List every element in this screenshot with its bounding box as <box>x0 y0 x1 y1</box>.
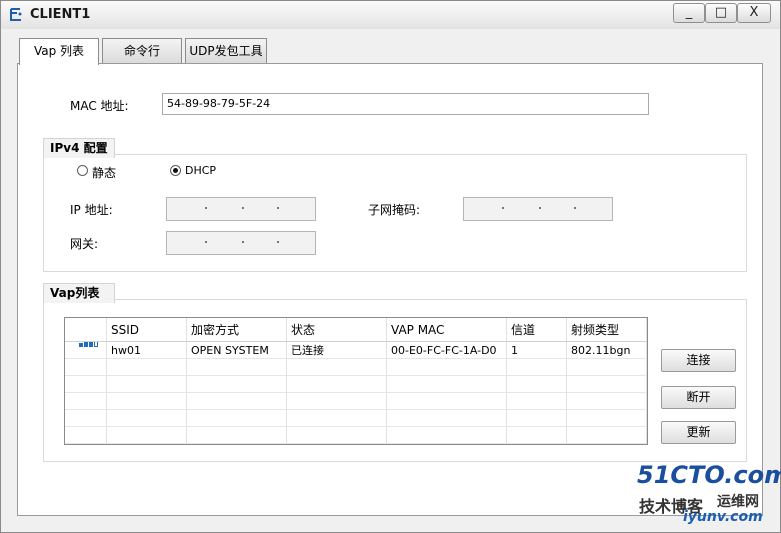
column-header[interactable]: 加密方式 <box>187 318 287 341</box>
ssid-cell: hw01 <box>107 342 187 358</box>
mac-address-field[interactable]: 54-89-98-79-5F-24 <box>162 93 649 115</box>
refresh-button[interactable]: 更新 <box>661 421 736 444</box>
table-row[interactable]: hw01 OPEN SYSTEM 已连接 00-E0-FC-FC-1A-D0 1… <box>65 342 647 359</box>
ipv4-group-title: IPv4 配置 <box>43 138 115 158</box>
site-watermark: 51CTO.com 技术博客 运维网 iyunv.com <box>637 461 781 529</box>
watermark-line3: 运维网 <box>717 494 759 510</box>
tab-udp-tool[interactable]: UDP发包工具 <box>185 38 267 64</box>
client-window: CLIENT1 _ □ X Vap 列表 命令行 UDP发包工具 MAC 地址:… <box>0 0 781 533</box>
column-header[interactable]: VAP MAC <box>387 318 507 341</box>
static-radio[interactable] <box>77 165 88 176</box>
gateway-label: 网关: <box>70 237 99 251</box>
title-bar[interactable]: CLIENT1 _ □ X <box>1 1 780 29</box>
table-header: SSID 加密方式 状态 VAP MAC 信道 射频类型 <box>65 318 647 342</box>
vap-mac-cell: 00-E0-FC-FC-1A-D0 <box>387 342 507 358</box>
status-cell: 已连接 <box>287 342 387 358</box>
vap-table[interactable]: SSID 加密方式 状态 VAP MAC 信道 射频类型 hw01 OPEN S… <box>64 317 648 445</box>
tab-vap-list[interactable]: Vap 列表 <box>19 38 99 65</box>
table-row <box>65 376 647 393</box>
channel-cell: 1 <box>507 342 567 358</box>
dhcp-label: DHCP <box>185 164 217 177</box>
connect-button[interactable]: 连接 <box>661 349 736 372</box>
subnet-mask-label: 子网掩码: <box>368 203 421 217</box>
static-label: 静态 <box>92 166 117 180</box>
table-row <box>65 427 647 444</box>
ip-address-field[interactable] <box>166 197 316 221</box>
maximize-button[interactable]: □ <box>705 3 737 23</box>
window-title: CLIENT1 <box>30 7 91 22</box>
mac-label: MAC 地址: <box>70 99 129 113</box>
dhcp-radio[interactable] <box>170 165 181 176</box>
encryption-cell: OPEN SYSTEM <box>187 342 287 358</box>
icon-column-header <box>65 318 107 341</box>
watermark-line4: iyunv.com <box>683 509 763 525</box>
disconnect-button[interactable]: 断开 <box>661 386 736 409</box>
watermark-line1: 51CTO.com <box>637 461 781 489</box>
subnet-mask-field[interactable] <box>463 197 613 221</box>
ip-label: IP 地址: <box>70 203 113 217</box>
column-header[interactable]: 状态 <box>287 318 387 341</box>
column-header[interactable]: 射频类型 <box>567 318 647 341</box>
minimize-button[interactable]: _ <box>673 3 705 23</box>
tab-command-line[interactable]: 命令行 <box>102 38 182 64</box>
close-button[interactable]: X <box>737 3 771 23</box>
network-client-icon <box>10 8 22 21</box>
gateway-field[interactable] <box>166 231 316 255</box>
column-header[interactable]: 信道 <box>507 318 567 341</box>
table-row <box>65 393 647 410</box>
table-row <box>65 359 647 376</box>
radio-type-cell: 802.11bgn <box>567 342 647 358</box>
table-row <box>65 410 647 427</box>
column-header[interactable]: SSID <box>107 318 187 341</box>
signal-cell <box>65 342 107 358</box>
vap-group-title: Vap列表 <box>43 283 115 303</box>
